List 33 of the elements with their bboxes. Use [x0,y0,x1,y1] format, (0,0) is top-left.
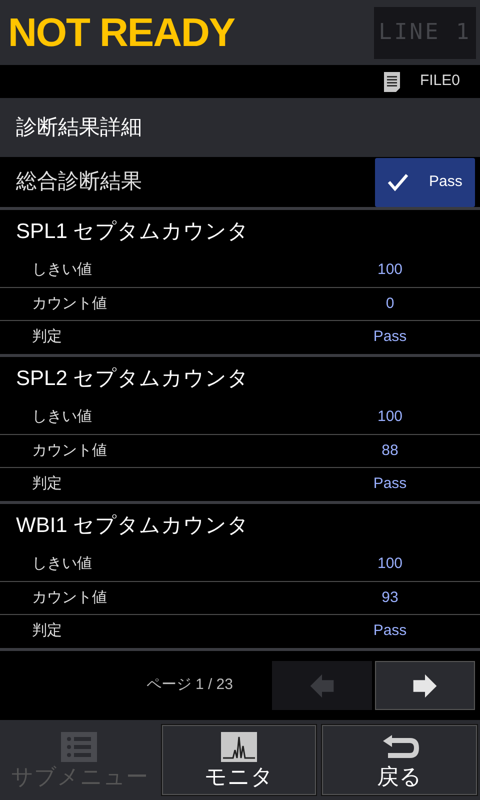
row-label: カウント値 [32,440,108,461]
overall-label: 総合診断結果 [16,169,142,196]
row-label: カウント値 [32,294,108,314]
result-text: Pass [429,172,462,192]
row-value: 88 [380,440,400,461]
row-label: 判定 [32,621,63,642]
row-label: しきい値 [32,407,93,428]
page-indicator: ページ 1 / 23 [146,675,233,696]
row-label: 判定 [32,327,63,348]
row-value: 100 [376,554,404,574]
row-value: 93 [380,588,400,608]
page-title: 診断結果詳細 [16,114,142,141]
row-label: カウント値 [32,588,108,608]
monitor-button[interactable]: モニタ [160,724,318,796]
section-title: SPL1 セプタムカウンタ [16,219,250,246]
next-page-button[interactable] [375,661,475,710]
row-value: Pass [372,327,408,348]
row-value: Pass [372,621,408,642]
row-label: しきい値 [32,260,93,280]
row-value: 100 [376,407,404,428]
document-icon [384,72,400,92]
file-name: FILE0 [420,71,460,92]
row-value: 0 [384,294,396,314]
section-title: SPL2 セプタムカウンタ [16,366,250,392]
back-button[interactable]: 戻る [321,724,478,796]
row-label: しきい値 [32,554,93,574]
row-value: Pass [372,474,408,494]
list-icon [61,732,98,762]
section-title: WBI1 セプタムカウンタ [16,513,250,540]
status-text: NOT READY [8,10,235,56]
waveform-icon [221,732,257,762]
row-label: 判定 [32,474,63,494]
row-value: 100 [376,260,404,280]
